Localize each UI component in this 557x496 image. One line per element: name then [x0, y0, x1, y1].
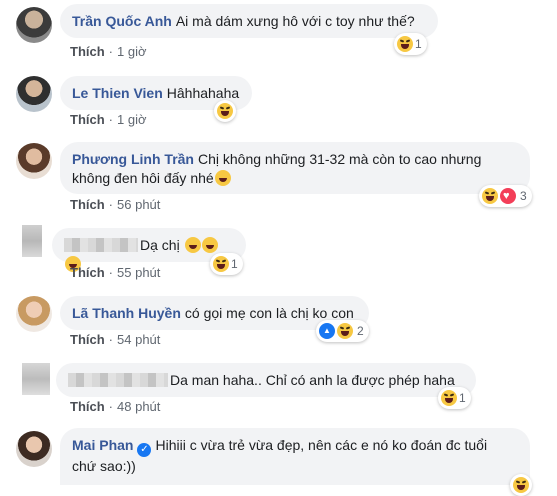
- comment-text: Dạ chị: [140, 237, 180, 253]
- avatar[interactable]: [22, 225, 42, 257]
- avatar[interactable]: [16, 431, 52, 467]
- avatar[interactable]: [16, 296, 52, 332]
- like-link[interactable]: Thích: [70, 112, 105, 127]
- laughing-emoji-icon: [201, 237, 218, 253]
- reaction-count: 1: [415, 37, 422, 51]
- comment-text: Da man haha.. Chỉ có anh la được phép ha…: [170, 372, 455, 388]
- comment-text: Hihiii c vừa trẻ vừa đẹp, nên các e nó k…: [155, 437, 488, 453]
- avatar[interactable]: [16, 7, 52, 43]
- comment-meta: Thích · 1 giờ: [70, 44, 147, 59]
- comment-bubble: Da man haha.. Chỉ có anh la được phép ha…: [56, 363, 476, 397]
- comment-bubble: Mai Phan ✓ Hihiii c vừa trẻ vừa đẹp, nên c…: [60, 428, 530, 485]
- laughing-emoji-icon: [184, 237, 201, 253]
- like-link[interactable]: Thích: [70, 332, 105, 347]
- like-reaction-icon: [319, 323, 335, 339]
- verified-badge-icon: ✓: [137, 443, 152, 457]
- timestamp[interactable]: 55 phút: [117, 265, 160, 280]
- reaction-count: 2: [357, 324, 364, 338]
- like-link[interactable]: Thích: [70, 265, 105, 280]
- reaction-summary[interactable]: 2: [316, 320, 369, 342]
- avatar[interactable]: [22, 363, 50, 395]
- timestamp[interactable]: 1 giờ: [117, 112, 147, 127]
- like-link[interactable]: Thích: [70, 399, 105, 414]
- like-link[interactable]: Thích: [70, 197, 105, 212]
- haha-reaction-icon: [397, 36, 413, 52]
- comment-meta: Thích · 55 phút: [70, 265, 161, 280]
- blurred-author-name: [64, 238, 138, 252]
- love-reaction-icon: [500, 188, 516, 204]
- comment-text-line2: chứ sao:)): [72, 458, 136, 474]
- reaction-count: 3: [520, 189, 527, 203]
- author-name[interactable]: Le Thien Vien: [72, 85, 163, 101]
- reaction-summary[interactable]: 1: [394, 33, 427, 55]
- comment-text: Ai mà dám xưng hô với c toy như thế?: [175, 13, 415, 29]
- reaction-summary[interactable]: 3: [479, 185, 532, 207]
- comment-text: có gọi mẹ con là chị ko con: [184, 305, 354, 321]
- reaction-count: 1: [231, 257, 238, 271]
- blurred-author-name: [68, 373, 168, 387]
- reaction-summary[interactable]: 1: [438, 387, 471, 409]
- haha-reaction-icon: [337, 323, 353, 339]
- comment-text: Hâhhahaha: [166, 85, 240, 101]
- comment-bubble: Trần Quốc Anh Ai mà dám xưng hô với c toy…: [60, 4, 438, 38]
- comment-text: Chị không những 31-32 mà còn to cao nhưn…: [197, 151, 482, 167]
- comment-meta: Thích · 1 giờ: [70, 112, 147, 127]
- reaction-summary[interactable]: [510, 474, 532, 496]
- haha-reaction-icon: [441, 390, 457, 406]
- author-name[interactable]: Mai Phan: [72, 437, 133, 453]
- haha-reaction-icon: [217, 103, 233, 119]
- haha-reaction-icon: [213, 256, 229, 272]
- reaction-count: 1: [459, 391, 466, 405]
- comment-meta: Thích · 54 phút: [70, 332, 161, 347]
- haha-reaction-icon: [482, 188, 498, 204]
- reaction-summary[interactable]: [214, 100, 236, 122]
- timestamp[interactable]: 56 phút: [117, 197, 160, 212]
- comment-text-line2: không đen hôi đấy nhé: [72, 170, 214, 186]
- avatar[interactable]: [16, 143, 52, 179]
- comment-meta: Thích · 48 phút: [70, 399, 161, 414]
- comment-bubble: Phương Linh Trần Chị không những 31-32 mà…: [60, 142, 530, 194]
- avatar[interactable]: [16, 76, 52, 112]
- smile-emoji-icon: [214, 170, 231, 186]
- timestamp[interactable]: 48 phút: [117, 399, 160, 414]
- author-name[interactable]: Lã Thanh Huyền: [72, 305, 181, 321]
- haha-reaction-icon: [513, 477, 529, 493]
- reaction-summary[interactable]: 1: [210, 253, 243, 275]
- author-name[interactable]: Phương Linh Trần: [72, 151, 194, 167]
- comment-meta: Thích · 56 phút: [70, 197, 161, 212]
- timestamp[interactable]: 54 phút: [117, 332, 160, 347]
- author-name[interactable]: Trần Quốc Anh: [72, 13, 172, 29]
- timestamp[interactable]: 1 giờ: [117, 44, 147, 59]
- like-link[interactable]: Thích: [70, 44, 105, 59]
